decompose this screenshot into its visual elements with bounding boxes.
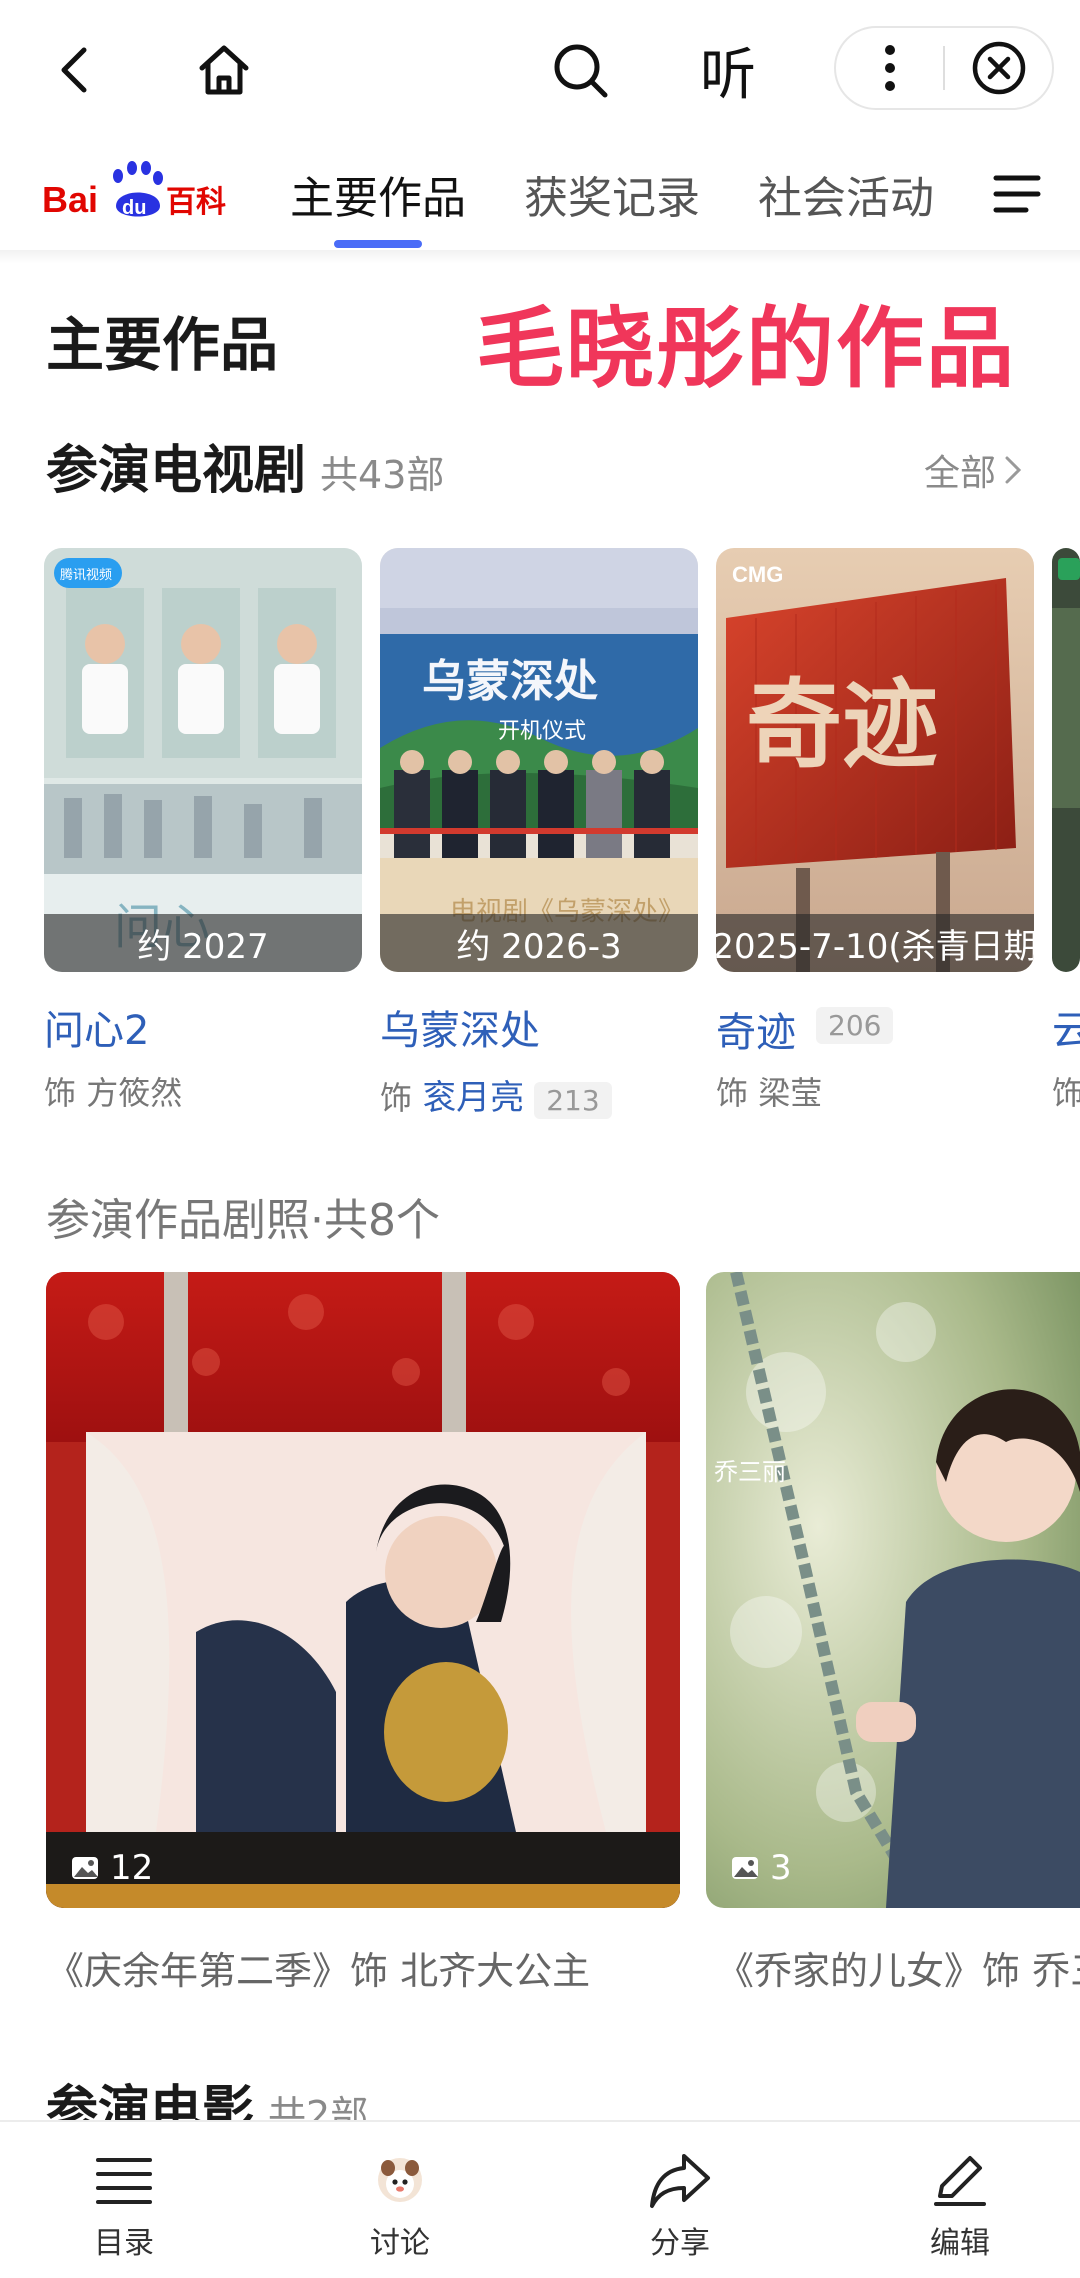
- svg-text:奇迹: 奇迹: [746, 668, 938, 781]
- tv-date: 约 2027: [44, 914, 362, 972]
- toc-label: 目录: [94, 2226, 154, 2261]
- svg-text:开机仪式: 开机仪式: [498, 719, 586, 744]
- tv-series-count: 共43部: [320, 453, 445, 497]
- still-count: 12: [70, 1848, 153, 1888]
- svg-text:乌蒙深处: 乌蒙深处: [422, 656, 598, 707]
- svg-text:百科: 百科: [166, 185, 226, 220]
- hot-badge: 213: [534, 1081, 612, 1119]
- share-icon: [650, 2154, 710, 2208]
- role-name-link[interactable]: 衮月亮: [422, 1078, 524, 1118]
- tv-title[interactable]: 问心2: [44, 998, 149, 1056]
- stills-heading: 参演作品剧照·共8个: [46, 1195, 440, 1246]
- tv-card[interactable]: 奇迹 CMG 2025-7-10(杀青日期 奇迹 206 饰 梁莹: [716, 548, 1034, 1112]
- role-name: 梁莹: [758, 1074, 823, 1112]
- tv-card[interactable]: 云 饰: [1052, 548, 1080, 1148]
- svg-text:Bai: Bai: [42, 179, 98, 220]
- tv-date: 2025-7-10(杀青日期: [716, 914, 1034, 972]
- tv-role: 饰: [1052, 1074, 1080, 1112]
- svg-text:du: du: [122, 197, 146, 219]
- menu-icon: [993, 175, 1041, 213]
- tv-role: 饰 衮月亮 213: [380, 1070, 612, 1119]
- tv-role: 饰 方筱然: [44, 1068, 182, 1114]
- section-title: 主要作品: [46, 311, 279, 379]
- svg-text:CMG: CMG: [732, 562, 783, 587]
- search-button[interactable]: [532, 22, 628, 118]
- tv-poster: 奇迹 CMG 2025-7-10(杀青日期: [716, 548, 1034, 972]
- discuss-button[interactable]: 讨论: [320, 2148, 480, 2262]
- mascot-avatar-icon: [378, 2158, 422, 2202]
- overlay-caption: 毛晓彤的作品: [476, 297, 1017, 400]
- chevron-right-icon: [1005, 456, 1022, 484]
- pencil-icon: [934, 2156, 986, 2206]
- photo-icon: [72, 1857, 98, 1879]
- close-button[interactable]: [945, 28, 1052, 108]
- tv-title[interactable]: 奇迹: [716, 1010, 796, 1056]
- page-tab-bar: Bai du 百科 主要作品 获奖记录 社会活动: [0, 140, 1080, 252]
- tv-poster: [1052, 548, 1080, 972]
- listen-button[interactable]: 听: [680, 22, 776, 118]
- toc-button[interactable]: 目录: [44, 2148, 204, 2262]
- tab-awards[interactable]: 获奖记录: [524, 162, 700, 226]
- role-prefix: 饰: [44, 1074, 77, 1112]
- chevron-left-icon: [61, 47, 87, 93]
- see-all-label: 全部: [924, 453, 997, 494]
- role-prefix: 饰: [380, 1079, 413, 1117]
- tab-menu-button[interactable]: [990, 166, 1046, 222]
- still-count: 3: [730, 1848, 792, 1888]
- tabbar-shadow: [0, 250, 1080, 264]
- tv-poster: 问心 腾讯视频 约 2027: [44, 548, 362, 972]
- still-caption[interactable]: 《庆余年第二季》饰 北齐大公主: [46, 1940, 590, 1995]
- still-count-value: 3: [770, 1848, 792, 1888]
- tv-date: 约 2026-3: [380, 914, 698, 972]
- tv-poster: 乌蒙深处 开机仪式 电视剧《乌蒙深处》 约 2026-3: [380, 548, 698, 972]
- home-button[interactable]: [176, 22, 272, 118]
- role-name: 方筱然: [86, 1074, 183, 1112]
- tab-social-activities[interactable]: 社会活动: [758, 162, 934, 226]
- home-icon: [199, 45, 249, 95]
- baidu-baike-logo[interactable]: Bai du 百科: [42, 154, 232, 234]
- still-photo[interactable]: 乔三丽 3: [706, 1272, 1080, 1908]
- tv-series-heading-label: 参演电视剧: [46, 441, 307, 501]
- still-watermark: 乔三丽: [714, 1458, 786, 1486]
- tv-title[interactable]: 云: [1052, 998, 1080, 1056]
- search-icon: [554, 44, 608, 98]
- discuss-label: 讨论: [370, 2226, 430, 2261]
- role-prefix: 饰: [716, 1074, 749, 1112]
- still-caption[interactable]: 《乔家的儿女》饰 乔三: [716, 1940, 1080, 1995]
- hot-badge: 206: [816, 1006, 894, 1044]
- share-button[interactable]: 分享: [600, 2148, 760, 2262]
- tv-role: 饰 梁莹: [716, 1068, 822, 1114]
- still-count-value: 12: [110, 1848, 154, 1888]
- close-circle-icon: [972, 41, 1025, 95]
- see-all-link[interactable]: 全部: [924, 444, 1024, 496]
- edit-button[interactable]: 编辑: [880, 2148, 1040, 2262]
- list-icon: [96, 2158, 152, 2204]
- photo-icon: [732, 1857, 758, 1879]
- still-photo[interactable]: 12: [46, 1272, 680, 1908]
- active-tab-indicator: [334, 240, 422, 248]
- browser-toolbar: 听: [0, 0, 1080, 140]
- tv-title-row[interactable]: 奇迹 206: [716, 1000, 894, 1058]
- share-label: 分享: [650, 2226, 710, 2261]
- svg-text:腾讯视频: 腾讯视频: [60, 567, 112, 583]
- back-button[interactable]: [28, 22, 124, 118]
- tab-main-works[interactable]: 主要作品: [290, 162, 466, 226]
- bottom-action-bar: 目录 讨论 分享 编辑: [0, 2120, 1080, 2278]
- mini-app-capsule: [834, 26, 1054, 110]
- tv-title[interactable]: 乌蒙深处: [380, 998, 540, 1056]
- tv-series-heading: 参演电视剧 共43部: [46, 428, 444, 503]
- more-button[interactable]: [836, 28, 943, 108]
- tv-card[interactable]: 问心 腾讯视频 约 2027 问心2 饰 方筱然: [44, 548, 362, 1112]
- edit-label: 编辑: [930, 2226, 990, 2261]
- tv-card[interactable]: 乌蒙深处 开机仪式 电视剧《乌蒙深处》 约 2026-3 乌蒙深处 饰 衮月亮 2…: [380, 548, 698, 1119]
- more-vertical-icon: [884, 45, 895, 91]
